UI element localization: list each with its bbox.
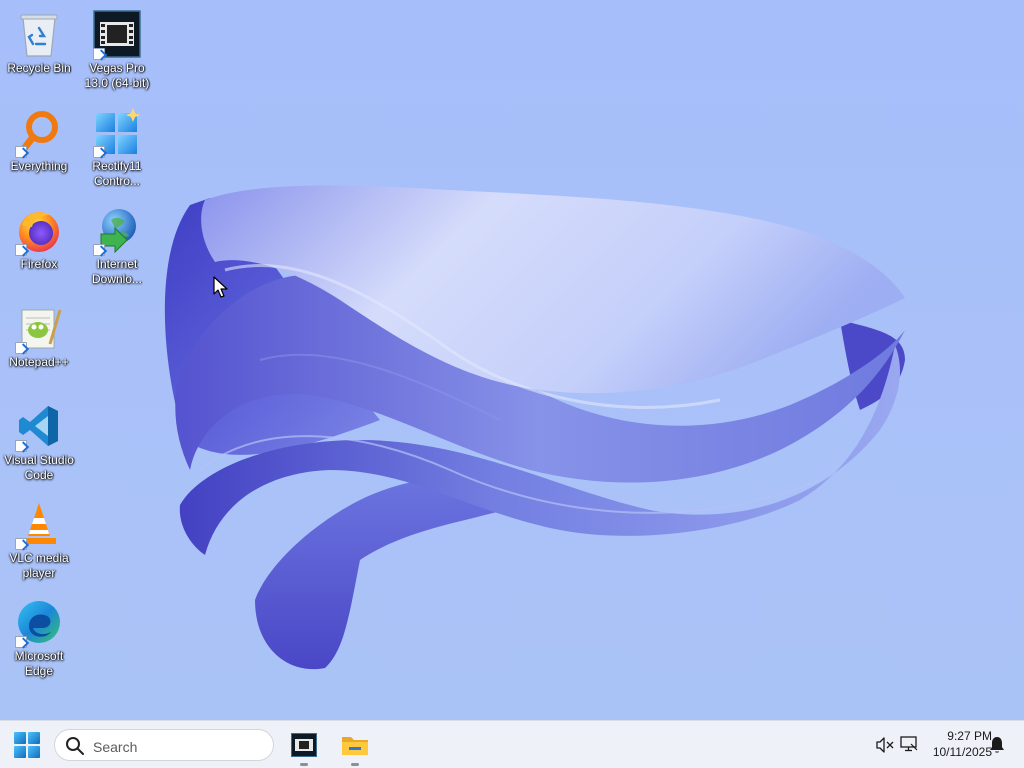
everything-search-icon	[13, 106, 65, 158]
desktop-icon-rectify11[interactable]: Rectify11 Contro...	[79, 102, 155, 192]
shortcut-arrow-icon	[15, 636, 27, 648]
clock-time: 9:27 PM	[947, 729, 992, 743]
clock-date: 10/11/2025	[932, 745, 992, 759]
shortcut-arrow-icon	[15, 538, 27, 550]
desktop-icon-notepad-plus-plus[interactable]: Notepad++	[1, 298, 77, 388]
vegas-pro-label: Vegas Pro 13.0 (64-bit)	[84, 61, 150, 90]
clock[interactable]: 9:27 PM 10/11/2025	[916, 728, 992, 760]
vegas-pro-icon	[91, 8, 143, 60]
shortcut-arrow-icon	[93, 244, 105, 256]
running-indicator	[300, 763, 308, 766]
shortcut-arrow-icon	[15, 146, 27, 158]
sound-muted-icon[interactable]	[876, 737, 894, 753]
recycle-bin-icon	[13, 8, 65, 60]
mouse-pointer-icon	[213, 276, 228, 298]
recycle-bin-label: Recycle Bin	[7, 61, 71, 75]
edge-icon	[13, 596, 65, 648]
file-explorer-icon	[342, 737, 368, 755]
microsoft-edge-label: Microsoft Edge	[14, 649, 64, 678]
search-box[interactable]	[54, 729, 274, 761]
desktop-icon-visual-studio-code[interactable]: Visual Studio Code	[1, 396, 77, 486]
internet-download-manager-label: Internet Downlo...	[91, 257, 143, 286]
running-indicator	[351, 763, 359, 766]
vlc-icon	[13, 498, 65, 550]
everything-label: Everything	[10, 159, 68, 173]
taskbar-app-vegas-pro[interactable]	[284, 727, 324, 766]
shortcut-arrow-icon	[15, 440, 27, 452]
notepad-plus-plus-label: Notepad++	[9, 355, 69, 369]
firefox-icon	[13, 204, 65, 256]
firefox-label: Firefox	[20, 257, 58, 271]
vlc-label: VLC media player	[9, 551, 69, 580]
windows-start-icon[interactable]	[14, 732, 40, 758]
vegas-pro-icon	[291, 733, 317, 757]
notepad-plus-plus-icon	[13, 302, 65, 354]
taskbar: 9:27 PM 10/11/2025	[0, 720, 1024, 768]
desktop-icon-vlc[interactable]: VLC media player	[1, 494, 77, 584]
vscode-icon	[13, 400, 65, 452]
taskbar-app-file-explorer[interactable]	[335, 727, 375, 766]
desktop-icon-recycle-bin[interactable]: Recycle Bin	[1, 4, 77, 94]
notification-bell-icon[interactable]	[989, 736, 1005, 754]
desktop[interactable]: Recycle Bin Everything Firefox Notepad++…	[0, 0, 1024, 720]
desktop-icon-internet-download-manager[interactable]: Internet Downlo...	[79, 200, 155, 290]
search-icon	[66, 737, 84, 755]
shortcut-arrow-icon	[15, 244, 27, 256]
shortcut-arrow-icon	[15, 342, 27, 354]
desktop-icon-everything[interactable]: Everything	[1, 102, 77, 192]
shortcut-arrow-icon	[93, 146, 105, 158]
desktop-icon-microsoft-edge[interactable]: Microsoft Edge	[1, 592, 77, 682]
search-input[interactable]	[91, 736, 265, 758]
visual-studio-code-label: Visual Studio Code	[4, 453, 74, 482]
rectify11-icon	[91, 106, 143, 158]
internet-download-manager-icon	[91, 204, 143, 256]
shortcut-arrow-icon	[93, 48, 105, 60]
rectify11-label: Rectify11 Contro...	[92, 159, 142, 188]
desktop-icon-vegas-pro[interactable]: Vegas Pro 13.0 (64-bit)	[79, 4, 155, 94]
desktop-icon-firefox[interactable]: Firefox	[1, 200, 77, 290]
